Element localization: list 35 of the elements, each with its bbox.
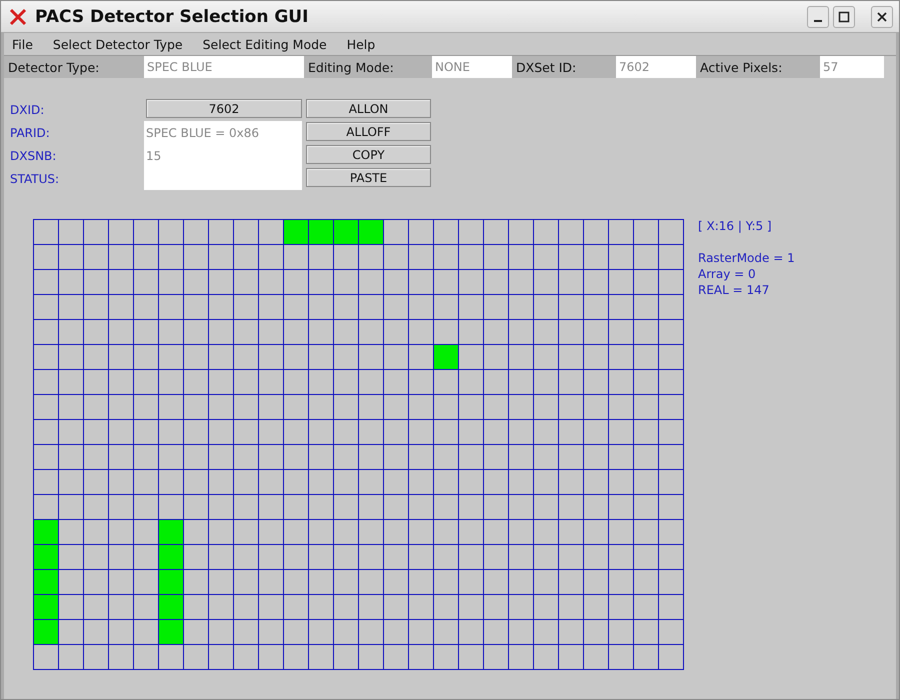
info-value-field: 57: [820, 56, 884, 78]
status-text: Array = 0: [698, 266, 757, 282]
info-value-field: 7602: [616, 56, 696, 78]
menu-item[interactable]: File: [4, 36, 43, 52]
detail-text: SPEC BLUE = 0x86: [145, 124, 260, 142]
field-label: DXSNB:: [10, 148, 58, 164]
close-icon: [876, 10, 888, 22]
info-label: Active Pixels:: [696, 56, 820, 78]
info-label: Detector Type:: [4, 56, 144, 78]
cursor-position: [ X:16 | Y:5 ]: [698, 218, 773, 234]
maximize-button[interactable]: [833, 6, 855, 28]
field-label: DXID:: [10, 102, 46, 118]
info-label: DXSet ID:: [512, 56, 616, 78]
close-button[interactable]: [871, 6, 893, 28]
action-button[interactable]: COPY: [306, 145, 431, 164]
dxid-button[interactable]: 7602: [146, 99, 302, 118]
action-button[interactable]: PASTE: [306, 168, 431, 187]
info-value-field: SPEC BLUE: [144, 56, 304, 78]
minimize-button[interactable]: [807, 6, 829, 28]
maximize-icon: [838, 10, 850, 22]
status-text: RasterMode = 1: [698, 250, 795, 266]
info-label: Editing Mode:: [304, 56, 432, 78]
action-button[interactable]: ALLON: [306, 99, 431, 118]
menu-item[interactable]: Help: [336, 36, 386, 52]
x-logo-icon: [9, 8, 27, 26]
window-title: PACS Detector Selection GUI: [35, 6, 308, 26]
minimize-icon: [814, 20, 822, 22]
field-label: PARID:: [10, 124, 51, 142]
detail-text: 15: [145, 148, 162, 164]
info-value-field: NONE: [432, 56, 512, 78]
menu-item[interactable]: Select Detector Type: [42, 36, 193, 52]
menu-item[interactable]: Select Editing Mode: [192, 36, 337, 52]
field-label: STATUS:: [10, 170, 60, 188]
action-button[interactable]: ALLOFF: [306, 122, 431, 141]
status-text: REAL = 147: [698, 282, 770, 298]
